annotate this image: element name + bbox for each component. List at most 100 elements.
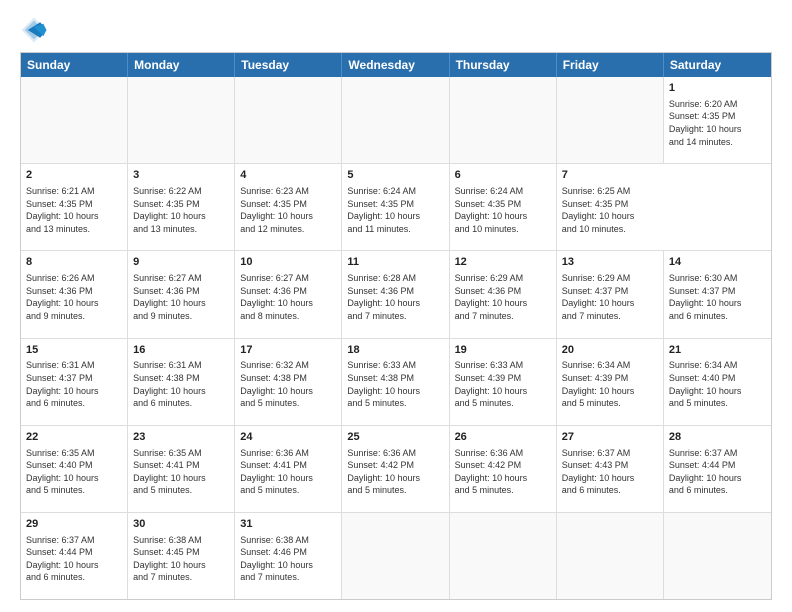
day-info: Sunrise: 6:35 AM Sunset: 4:40 PM Dayligh… — [26, 447, 122, 497]
cal-cell-0-0 — [21, 77, 128, 163]
cal-cell-3-2: 17Sunrise: 6:32 AM Sunset: 4:38 PM Dayli… — [235, 339, 342, 425]
day-info: Sunrise: 6:26 AM Sunset: 4:36 PM Dayligh… — [26, 272, 122, 322]
day-number: 5 — [347, 168, 443, 183]
cal-cell-4-5: 27Sunrise: 6:37 AM Sunset: 4:43 PM Dayli… — [557, 426, 664, 512]
day-number: 29 — [26, 517, 122, 532]
day-number: 4 — [240, 168, 336, 183]
day-info: Sunrise: 6:33 AM Sunset: 4:39 PM Dayligh… — [455, 359, 551, 409]
cal-cell-1-0: 2 Sunrise: 6:21 AM Sunset: 4:35 PM Daylig… — [21, 164, 128, 250]
day-number: 31 — [240, 517, 336, 532]
cal-cell-5-4 — [450, 513, 557, 599]
day-number: 25 — [347, 430, 443, 445]
day-info: Sunrise: 6:36 AM Sunset: 4:42 PM Dayligh… — [347, 447, 443, 497]
day-info: Sunrise: 6:35 AM Sunset: 4:41 PM Dayligh… — [133, 447, 229, 497]
cal-cell-4-1: 23Sunrise: 6:35 AM Sunset: 4:41 PM Dayli… — [128, 426, 235, 512]
day-info: Sunrise: 6:32 AM Sunset: 4:38 PM Dayligh… — [240, 359, 336, 409]
cal-cell-0-4 — [450, 77, 557, 163]
cal-cell-5-5 — [557, 513, 664, 599]
day-info: Sunrise: 6:36 AM Sunset: 4:41 PM Dayligh… — [240, 447, 336, 497]
day-number: 16 — [133, 343, 229, 358]
day-info: Sunrise: 6:24 AM Sunset: 4:35 PM Dayligh… — [347, 185, 443, 235]
day-number: 30 — [133, 517, 229, 532]
day-number: 6 — [455, 168, 551, 183]
day-number: 12 — [455, 255, 551, 270]
day-number: 28 — [669, 430, 766, 445]
day-number: 11 — [347, 255, 443, 270]
cal-cell-4-3: 25 Sunrise: 6:36 AM Sunset: 4:42 PM Dayli… — [342, 426, 449, 512]
day-info: Sunrise: 6:34 AM Sunset: 4:40 PM Dayligh… — [669, 359, 766, 409]
cal-cell-2-2: 10Sunrise: 6:27 AM Sunset: 4:36 PM Dayli… — [235, 251, 342, 337]
day-info: Sunrise: 6:31 AM Sunset: 4:38 PM Dayligh… — [133, 359, 229, 409]
day-number: 20 — [562, 343, 658, 358]
day-number: 17 — [240, 343, 336, 358]
day-info: Sunrise: 6:29 AM Sunset: 4:37 PM Dayligh… — [562, 272, 658, 322]
day-number: 14 — [669, 255, 766, 270]
cal-cell-3-6: 21Sunrise: 6:34 AM Sunset: 4:40 PM Dayli… — [664, 339, 771, 425]
cal-cell-3-0: 15Sunrise: 6:31 AM Sunset: 4:37 PM Dayli… — [21, 339, 128, 425]
header-day-friday: Friday — [557, 53, 664, 77]
calendar-body: 1 Sunrise: 6:20 AM Sunset: 4:35 PM Daylig… — [21, 77, 771, 599]
cal-cell-1-4: 6Sunrise: 6:24 AM Sunset: 4:35 PM Daylig… — [450, 164, 557, 250]
cal-cell-1-1: 3Sunrise: 6:22 AM Sunset: 4:35 PM Daylig… — [128, 164, 235, 250]
cal-cell-0-3 — [342, 77, 449, 163]
calendar-week-0: 1 Sunrise: 6:20 AM Sunset: 4:35 PM Daylig… — [21, 77, 771, 164]
day-number: 9 — [133, 255, 229, 270]
day-number: 8 — [26, 255, 122, 270]
cal-cell-4-0: 22 Sunrise: 6:35 AM Sunset: 4:40 PM Dayli… — [21, 426, 128, 512]
day-number: 2 — [26, 168, 122, 183]
day-info: Sunrise: 6:23 AM Sunset: 4:35 PM Dayligh… — [240, 185, 336, 235]
day-number: 7 — [562, 168, 659, 183]
cal-cell-3-1: 16Sunrise: 6:31 AM Sunset: 4:38 PM Dayli… — [128, 339, 235, 425]
day-info: Sunrise: 6:22 AM Sunset: 4:35 PM Dayligh… — [133, 185, 229, 235]
cal-cell-4-2: 24 Sunrise: 6:36 AM Sunset: 4:41 PM Dayli… — [235, 426, 342, 512]
cal-cell-5-6 — [664, 513, 771, 599]
cal-cell-1-3: 5 Sunrise: 6:24 AM Sunset: 4:35 PM Daylig… — [342, 164, 449, 250]
page: SundayMondayTuesdayWednesdayThursdayFrid… — [0, 0, 792, 612]
day-info: Sunrise: 6:36 AM Sunset: 4:42 PM Dayligh… — [455, 447, 551, 497]
calendar-week-4: 22 Sunrise: 6:35 AM Sunset: 4:40 PM Dayli… — [21, 426, 771, 513]
day-number: 15 — [26, 343, 122, 358]
cal-cell-3-3: 18Sunrise: 6:33 AM Sunset: 4:38 PM Dayli… — [342, 339, 449, 425]
day-number: 10 — [240, 255, 336, 270]
header-day-thursday: Thursday — [450, 53, 557, 77]
calendar: SundayMondayTuesdayWednesdayThursdayFrid… — [20, 52, 772, 600]
cal-cell-0-1 — [128, 77, 235, 163]
cal-cell-4-4: 26 Sunrise: 6:36 AM Sunset: 4:42 PM Dayli… — [450, 426, 557, 512]
cal-cell-5-2: 31Sunrise: 6:38 AM Sunset: 4:46 PM Dayli… — [235, 513, 342, 599]
cal-cell-2-5: 13 Sunrise: 6:29 AM Sunset: 4:37 PM Dayli… — [557, 251, 664, 337]
cal-cell-0-5 — [557, 77, 664, 163]
day-number: 1 — [669, 81, 766, 96]
day-number: 22 — [26, 430, 122, 445]
header — [20, 16, 772, 44]
day-info: Sunrise: 6:37 AM Sunset: 4:43 PM Dayligh… — [562, 447, 658, 497]
day-info: Sunrise: 6:34 AM Sunset: 4:39 PM Dayligh… — [562, 359, 658, 409]
cal-cell-2-3: 11 Sunrise: 6:28 AM Sunset: 4:36 PM Dayli… — [342, 251, 449, 337]
cal-cell-2-4: 12 Sunrise: 6:29 AM Sunset: 4:36 PM Dayli… — [450, 251, 557, 337]
logo — [20, 16, 52, 44]
day-number: 26 — [455, 430, 551, 445]
day-info: Sunrise: 6:30 AM Sunset: 4:37 PM Dayligh… — [669, 272, 766, 322]
cal-cell-5-3 — [342, 513, 449, 599]
day-info: Sunrise: 6:29 AM Sunset: 4:36 PM Dayligh… — [455, 272, 551, 322]
day-info: Sunrise: 6:20 AM Sunset: 4:35 PM Dayligh… — [669, 98, 766, 148]
cal-cell-0-2 — [235, 77, 342, 163]
calendar-week-2: 8 Sunrise: 6:26 AM Sunset: 4:36 PM Daylig… — [21, 251, 771, 338]
day-info: Sunrise: 6:21 AM Sunset: 4:35 PM Dayligh… — [26, 185, 122, 235]
day-info: Sunrise: 6:37 AM Sunset: 4:44 PM Dayligh… — [26, 534, 122, 584]
day-number: 13 — [562, 255, 658, 270]
day-info: Sunrise: 6:28 AM Sunset: 4:36 PM Dayligh… — [347, 272, 443, 322]
day-info: Sunrise: 6:31 AM Sunset: 4:37 PM Dayligh… — [26, 359, 122, 409]
day-info: Sunrise: 6:27 AM Sunset: 4:36 PM Dayligh… — [133, 272, 229, 322]
calendar-header: SundayMondayTuesdayWednesdayThursdayFrid… — [21, 53, 771, 77]
calendar-week-3: 15Sunrise: 6:31 AM Sunset: 4:37 PM Dayli… — [21, 339, 771, 426]
cal-cell-3-5: 20Sunrise: 6:34 AM Sunset: 4:39 PM Dayli… — [557, 339, 664, 425]
day-info: Sunrise: 6:25 AM Sunset: 4:35 PM Dayligh… — [562, 185, 659, 235]
day-info: Sunrise: 6:37 AM Sunset: 4:44 PM Dayligh… — [669, 447, 766, 497]
cal-cell-5-0: 29 Sunrise: 6:37 AM Sunset: 4:44 PM Dayli… — [21, 513, 128, 599]
day-info: Sunrise: 6:38 AM Sunset: 4:45 PM Dayligh… — [133, 534, 229, 584]
cal-cell-2-6: 14 Sunrise: 6:30 AM Sunset: 4:37 PM Dayli… — [664, 251, 771, 337]
day-number: 21 — [669, 343, 766, 358]
day-number: 18 — [347, 343, 443, 358]
cal-cell-5-1: 30 Sunrise: 6:38 AM Sunset: 4:45 PM Dayli… — [128, 513, 235, 599]
day-number: 24 — [240, 430, 336, 445]
